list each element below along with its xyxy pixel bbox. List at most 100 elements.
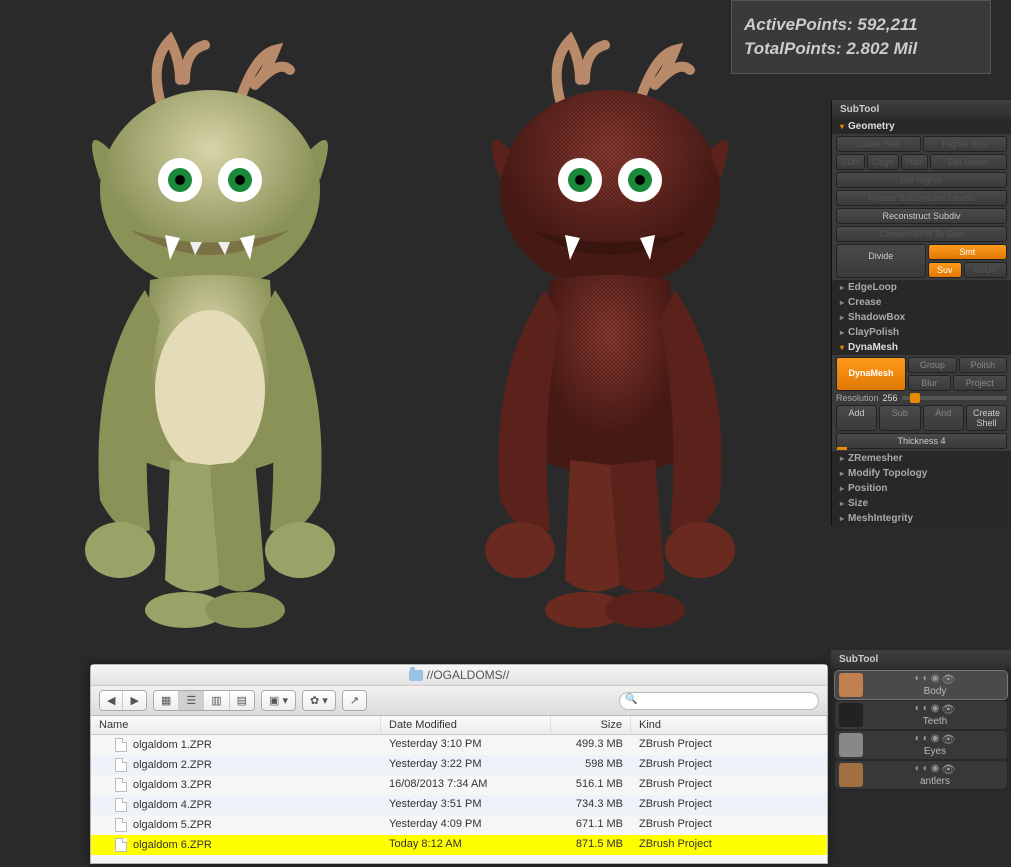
table-row[interactable]: olgaldom 4.ZPRYesterday 3:51 PM734.3 MBZ… <box>91 795 827 815</box>
share-button[interactable]: ↗ <box>343 691 366 710</box>
modify-topology-header[interactable]: Modify Topology <box>832 466 1011 481</box>
subtool-item[interactable]: ◐◐◉Teeth <box>835 701 1007 729</box>
subtool-name: Body <box>924 686 947 697</box>
table-row[interactable]: olgaldom 5.ZPRYesterday 4:09 PM671.1 MBZ… <box>91 815 827 835</box>
nav-buttons: ◀ ▶ <box>99 690 147 711</box>
subtool-toggles[interactable]: ◐◐◉ <box>915 763 956 776</box>
subtool-name: antlers <box>920 776 950 787</box>
arrange-button[interactable]: ▣ ▾ <box>262 691 295 710</box>
subtool-name: Eyes <box>924 746 946 757</box>
freeze-subdiv-button[interactable]: Freeze SubDivision Levels <box>836 190 1007 206</box>
active-points-value: 592,211 <box>857 15 917 34</box>
subtool-section-header[interactable]: SubTool <box>832 100 1011 119</box>
higher-res-button[interactable]: Higher Res <box>923 136 1008 152</box>
dynamesh-group[interactable]: Group <box>908 357 957 373</box>
suv-toggle[interactable]: Suv <box>928 262 963 278</box>
table-row[interactable]: olgaldom 1.ZPRYesterday 3:10 PM499.3 MBZ… <box>91 735 827 755</box>
file-icon <box>115 818 127 832</box>
column-date[interactable]: Date Modified <box>381 716 551 734</box>
column-size[interactable]: Size <box>551 716 631 734</box>
geometry-header[interactable]: Geometry <box>832 119 1011 134</box>
resolution-slider[interactable]: Resolution 256 <box>836 393 1007 403</box>
create-shell-button[interactable]: Create Shell <box>966 405 1007 431</box>
back-button[interactable]: ◀ <box>100 691 123 710</box>
total-points-label: TotalPoints: <box>744 39 842 58</box>
subtool-item[interactable]: ◐◐◉Body <box>835 671 1007 699</box>
icon-view-button[interactable]: ▦ <box>154 691 179 710</box>
subtool-item[interactable]: ◐◐◉Eyes <box>835 731 1007 759</box>
file-icon <box>115 758 127 772</box>
search-field[interactable] <box>619 692 819 710</box>
resolution-label: Resolution <box>836 393 879 403</box>
reconstruct-subdiv-button[interactable]: Reconstruct Subdiv <box>836 208 1007 224</box>
finder-window: //OGALDOMS// ◀ ▶ ▦ ☰ ▥ ▤ ▣ ▾ ✿ ▾ ↗ Name … <box>90 664 828 864</box>
column-view-button[interactable]: ▥ <box>204 691 229 710</box>
smt-toggle[interactable]: Smt <box>928 244 1008 260</box>
file-icon <box>115 838 127 852</box>
forward-button[interactable]: ▶ <box>123 691 145 710</box>
finder-rows: olgaldom 1.ZPRYesterday 3:10 PM499.3 MBZ… <box>91 735 827 855</box>
active-points-label: ActivePoints: <box>744 15 853 34</box>
dynamesh-and[interactable]: And <box>923 405 965 431</box>
convert-bpr-button[interactable]: Convert BPR To Geo <box>836 226 1007 242</box>
eye-icon[interactable] <box>941 703 955 716</box>
file-icon <box>115 778 127 792</box>
subtool-toggles[interactable]: ◐◐◉ <box>915 703 956 716</box>
table-row[interactable]: olgaldom 3.ZPR16/08/2013 7:34 AM516.1 MB… <box>91 775 827 795</box>
table-row[interactable]: olgaldom 6.ZPRToday 8:12 AM871.5 MBZBrus… <box>91 835 827 855</box>
search-input[interactable] <box>640 695 810 707</box>
subtool-toggles[interactable]: ◐◐◉ <box>915 673 956 686</box>
tool-panel: SubTool Geometry Lower Res Higher Res SD… <box>831 100 1011 526</box>
finder-toolbar: ◀ ▶ ▦ ☰ ▥ ▤ ▣ ▾ ✿ ▾ ↗ <box>91 686 827 716</box>
size-header[interactable]: Size <box>832 496 1011 511</box>
subtool-toggles[interactable]: ◐◐◉ <box>915 733 956 746</box>
file-icon <box>115 798 127 812</box>
lower-res-button[interactable]: Lower Res <box>836 136 921 152</box>
cage-button[interactable]: Cage <box>867 154 899 170</box>
viewport[interactable] <box>0 0 827 664</box>
sdiv-slider[interactable]: SDiv <box>836 154 865 170</box>
zremesher-header[interactable]: ZRemesher <box>832 451 1011 466</box>
dynamesh-body: DynaMesh Group Polish Blur Project Resol… <box>832 355 1011 451</box>
dynamesh-header[interactable]: DynaMesh <box>832 340 1011 355</box>
subtool-thumb <box>839 703 863 727</box>
eye-icon[interactable] <box>941 763 955 776</box>
eye-icon[interactable] <box>941 673 955 686</box>
finder-title: //OGALDOMS// <box>91 665 827 686</box>
claypolish-header[interactable]: ClayPolish <box>832 325 1011 340</box>
dynamesh-sub[interactable]: Sub <box>879 405 921 431</box>
shadowbox-header[interactable]: ShadowBox <box>832 310 1011 325</box>
column-name[interactable]: Name <box>91 716 381 734</box>
subtool-thumb <box>839 673 863 697</box>
character-render-wireframe <box>430 20 790 640</box>
rstr-button[interactable]: Rstr <box>901 154 928 170</box>
dynamesh-project[interactable]: Project <box>953 375 1008 391</box>
eye-icon[interactable] <box>941 733 955 746</box>
thickness-slider[interactable]: Thickness 4 <box>836 433 1007 449</box>
coverflow-view-button[interactable]: ▤ <box>230 691 254 710</box>
reuv-button[interactable]: ReUV <box>964 262 1007 278</box>
dynamesh-polish[interactable]: Polish <box>959 357 1007 373</box>
table-row[interactable]: olgaldom 2.ZPRYesterday 3:22 PM598 MBZBr… <box>91 755 827 775</box>
action-button[interactable]: ✿ ▾ <box>303 691 335 710</box>
crease-header[interactable]: Crease <box>832 295 1011 310</box>
del-higher-button[interactable]: Del Higher <box>836 172 1007 188</box>
column-kind[interactable]: Kind <box>631 716 827 734</box>
resolution-value: 256 <box>883 393 898 403</box>
mesh-integrity-header[interactable]: MeshIntegrity <box>832 511 1011 526</box>
subtool-thumb <box>839 733 863 757</box>
folder-icon <box>409 670 423 681</box>
subtool-name: Teeth <box>923 716 947 727</box>
edgeloop-header[interactable]: EdgeLoop <box>832 280 1011 295</box>
subtool-list-header[interactable]: SubTool <box>831 650 1011 669</box>
subtool-item[interactable]: ◐◐◉antlers <box>835 761 1007 789</box>
position-header[interactable]: Position <box>832 481 1011 496</box>
dynamesh-button[interactable]: DynaMesh <box>836 357 906 391</box>
finder-column-headers: Name Date Modified Size Kind <box>91 716 827 735</box>
dynamesh-add[interactable]: Add <box>836 405 877 431</box>
list-view-button[interactable]: ☰ <box>179 691 204 710</box>
subtool-list-panel: SubTool ◐◐◉Body◐◐◉Teeth◐◐◉Eyes◐◐◉antlers <box>831 650 1011 791</box>
dynamesh-blur[interactable]: Blur <box>908 375 951 391</box>
del-lower-button[interactable]: Del Lower <box>930 154 1007 170</box>
divide-button[interactable]: Divide <box>836 244 926 278</box>
